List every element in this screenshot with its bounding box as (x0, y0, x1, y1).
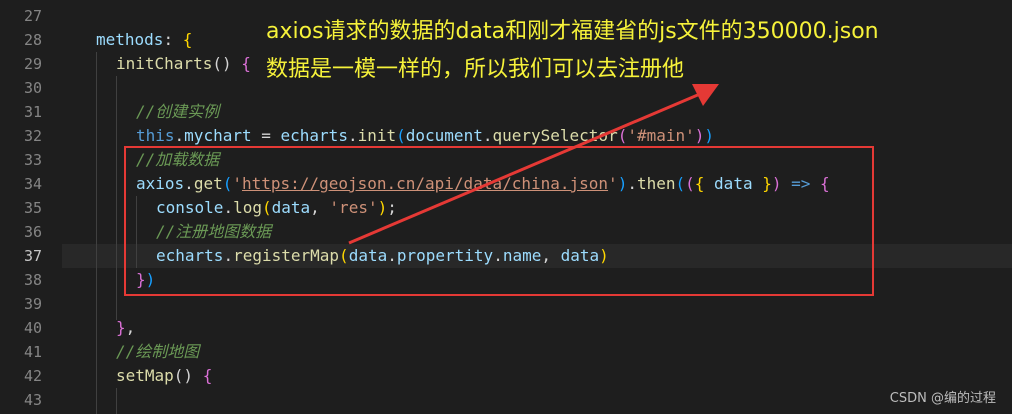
arrow-head-icon (692, 84, 719, 106)
line-number: 41 (23, 343, 42, 361)
line-number: 31 (23, 103, 42, 121)
code-token: this (136, 126, 175, 145)
code-token: () (173, 366, 203, 385)
code-token: ) (704, 126, 715, 145)
code-token: . (174, 126, 185, 145)
code-token: { (182, 30, 193, 49)
code-token: ( (396, 126, 406, 145)
code-token: setMap (116, 366, 174, 385)
watermark: CSDN @编的过程 (889, 391, 996, 406)
line-number: 37 (23, 247, 42, 265)
code-token: //创建实例 (136, 102, 220, 121)
code-token: init (357, 126, 397, 145)
code-line[interactable]: this.mychart = echarts.init(document.que… (136, 124, 714, 148)
line-number: 33 (23, 151, 42, 169)
indent-guide (116, 76, 117, 320)
line-number: 39 (23, 295, 42, 313)
line-number: 28 (23, 31, 42, 49)
code-editor[interactable]: methods: {initCharts() {//创建实例 this.mycha… (0, 0, 1012, 414)
line-number: 43 (23, 391, 42, 409)
code-line[interactable]: initCharts() { (116, 52, 251, 76)
code-token: ( (617, 126, 628, 145)
code-line[interactable]: //绘制地图 (116, 340, 199, 364)
indent-guide (96, 52, 97, 414)
code-token: methods (96, 30, 164, 49)
code-token: () (212, 54, 242, 73)
line-number: 38 (23, 271, 42, 289)
code-token: : (163, 30, 183, 49)
code-token: = (251, 126, 281, 145)
line-number: 36 (23, 223, 42, 241)
line-number: 30 (23, 79, 42, 97)
code-token: { (241, 54, 251, 73)
line-number: 34 (23, 175, 42, 193)
line-number: 40 (23, 319, 42, 337)
code-token: initCharts (116, 54, 213, 73)
line-number: 32 (23, 127, 42, 145)
code-token: { (202, 366, 213, 385)
code-token: echarts (280, 126, 348, 145)
code-token: } (116, 318, 126, 337)
code-token: querySelector (492, 126, 618, 145)
line-number: 42 (23, 367, 42, 385)
code-line[interactable]: methods: { (96, 28, 192, 52)
code-line[interactable]: //创建实例 (136, 100, 219, 124)
code-line[interactable]: setMap() { (116, 364, 212, 388)
code-line[interactable]: }, (116, 316, 135, 340)
code-token: //绘制地图 (116, 342, 200, 361)
code-token: '#main' (627, 126, 695, 145)
annotation-line-1: axios请求的数据的data和刚才福建省的js文件的350000.json (266, 19, 879, 44)
code-token: mychart (184, 126, 252, 145)
line-number: 27 (23, 7, 42, 25)
highlight-box (124, 146, 874, 296)
line-number: 29 (23, 55, 42, 73)
code-token: , (125, 318, 136, 337)
indent-guide (116, 388, 117, 414)
code-token: document (405, 126, 483, 145)
code-token: ) (694, 126, 705, 145)
line-number: 35 (23, 199, 42, 217)
annotation-line-2: 数据是一模一样的，所以我们可以去注册他 (266, 57, 685, 82)
code-token: . (347, 126, 358, 145)
